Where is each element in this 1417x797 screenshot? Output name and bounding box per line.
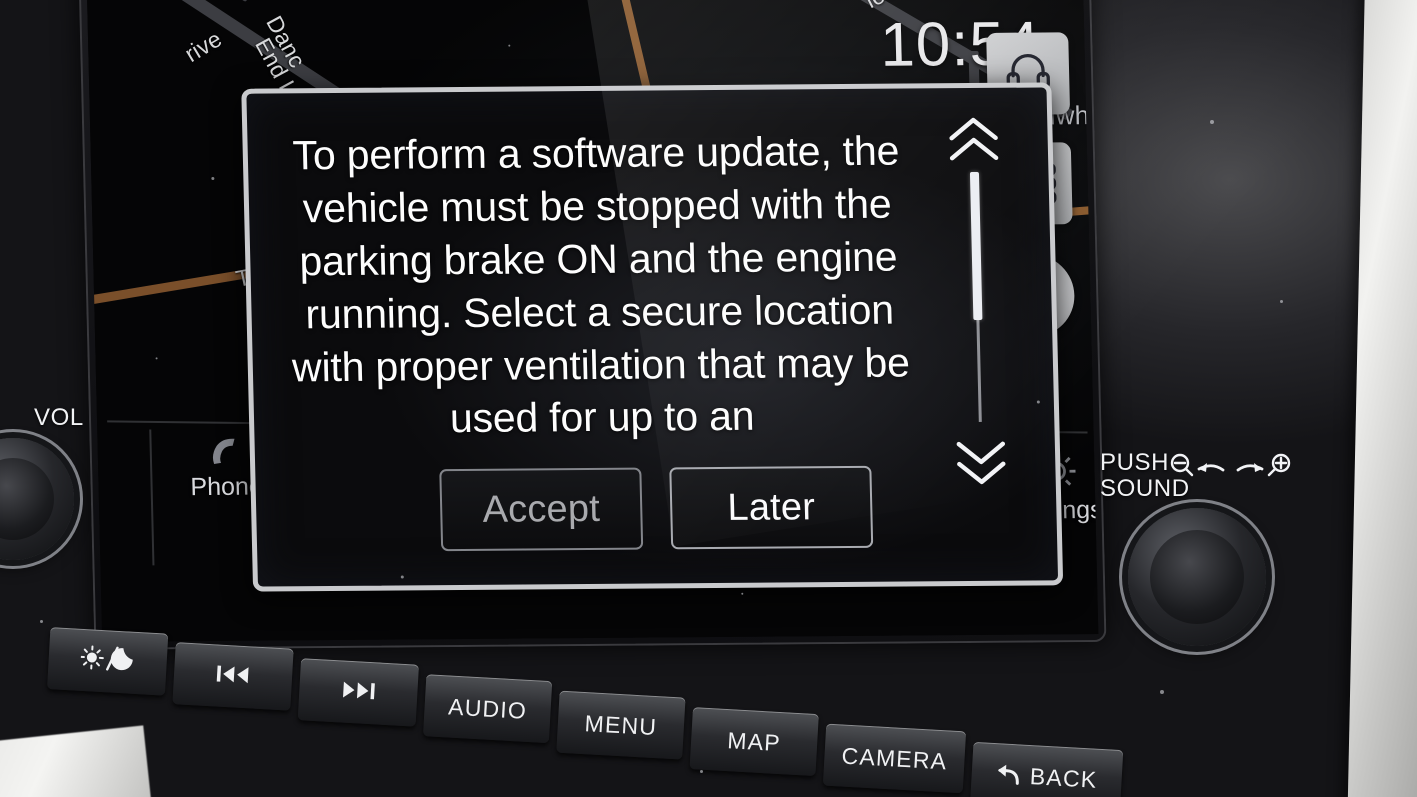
menu-button[interactable]: MENU <box>556 690 686 760</box>
screen-dust <box>508 44 511 47</box>
previous-track-icon <box>215 662 250 691</box>
scrollbar-thumb[interactable] <box>969 171 983 321</box>
screen-dust <box>211 176 215 180</box>
dialog-message: To perform a software update, the vehicl… <box>291 127 911 442</box>
day-night-icon <box>79 644 136 679</box>
screen-dust <box>155 357 158 360</box>
chevron-double-up-icon[interactable] <box>945 116 1002 162</box>
back-button[interactable]: BACK <box>970 741 1124 797</box>
next-track-button[interactable] <box>297 658 419 727</box>
software-update-dialog: To perform a software update, the vehicl… <box>241 82 1064 592</box>
screen-dust <box>741 592 744 595</box>
next-track-icon <box>341 678 376 707</box>
touchscreen[interactable]: rive Danc End Lak Tring H Nenwe los ndwh… <box>85 0 1099 642</box>
later-button[interactable]: Later <box>669 465 874 550</box>
volume-label: VOL <box>34 404 84 431</box>
push-sound-line1: PUSH <box>1100 449 1170 476</box>
back-button-label: BACK <box>1029 762 1099 793</box>
previous-track-button[interactable] <box>172 642 294 711</box>
back-arrow-icon <box>995 763 1022 786</box>
map-button[interactable]: MAP <box>689 707 819 777</box>
map-road <box>237 0 399 3</box>
map-label: rive <box>180 25 227 68</box>
bracket-icon <box>1096 362 1099 393</box>
tune-sound-knob[interactable] <box>1128 508 1266 646</box>
audio-button[interactable]: AUDIO <box>422 674 553 744</box>
accept-button[interactable]: Accept <box>439 467 644 552</box>
head-unit-screenshot: rive Danc End Lak Tring H Nenwe los ndwh… <box>0 0 1417 797</box>
dialog-button-row: Accept Later <box>255 464 1057 552</box>
display-bezel: rive Danc End Lak Tring H Nenwe los ndwh… <box>77 0 1107 650</box>
camera-button[interactable]: CAMERA <box>822 723 967 794</box>
day-night-button[interactable] <box>47 627 169 696</box>
dialog-scrollbar[interactable] <box>941 116 1014 486</box>
softkey-vertical-divider <box>149 429 155 566</box>
zoom-rocker-icons <box>1168 450 1294 489</box>
